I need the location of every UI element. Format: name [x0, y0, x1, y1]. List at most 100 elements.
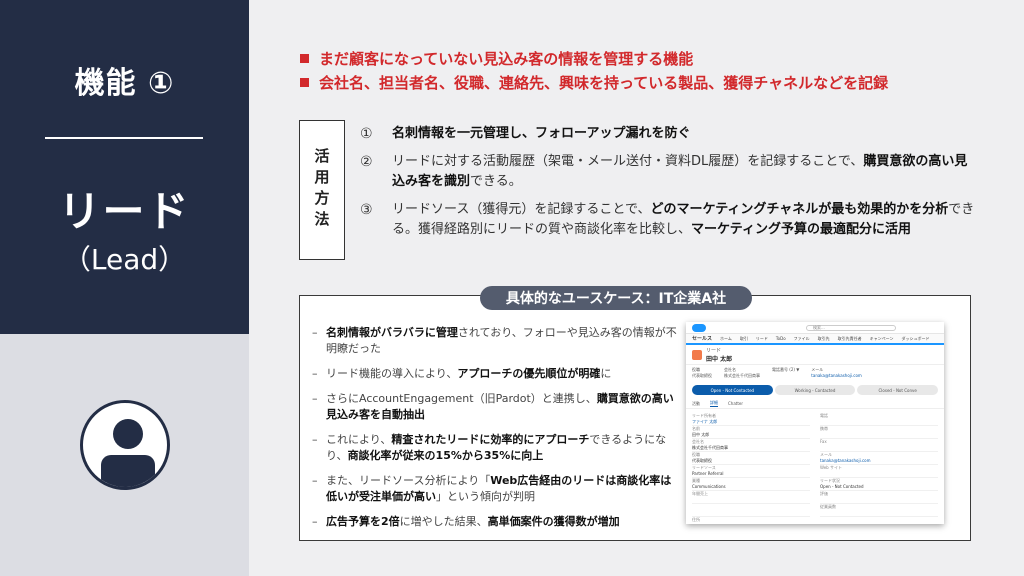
use-case-item: – これにより、精査されたリードに効率的にアプローチできるようになり、商談化率が従…	[312, 432, 677, 464]
crm-field-label: 携帯	[820, 426, 828, 431]
crm-detail-row: 携帯	[820, 426, 938, 439]
crm-detail-left: リード所有者 ファイナ 太郎 名前 田中 太郎 会社名 株式会社千代田商事 役職 代表取締役リ…	[692, 413, 810, 524]
crm-field-label: 年間売上	[692, 491, 708, 496]
summary-bullet-text: 会社名、担当者名、役職、連絡先、興味を持っている製品、獲得チャネルなどを記録	[319, 73, 889, 92]
crm-header-fields: 役職 代表取締役 会社名 株式会社千代田商事 電話番号 (2) ▼ メール tanaka@t…	[686, 365, 944, 381]
crm-field-value: 代表取締役	[692, 373, 712, 378]
crm-field-label: 電話	[820, 413, 828, 418]
crm-detail-row: メール tanaka@tanakashoji.com	[820, 452, 938, 465]
crm-detail-row: 役職 代表取締役	[692, 452, 810, 465]
crm-field-value: tanaka@tanakashoji.com	[811, 373, 862, 378]
crm-detail-row: 従業員数	[820, 504, 938, 517]
body-text: リードソース（獲得元）を記録することで、	[392, 202, 651, 217]
crm-tab[interactable]: Chatter	[728, 401, 743, 406]
dash-icon: –	[312, 515, 318, 528]
dash-icon: –	[312, 326, 318, 339]
crm-search: 検索...	[806, 325, 896, 331]
crm-tabs: 活動 詳細 Chatter	[686, 399, 944, 409]
crm-nav-item[interactable]: 取引	[740, 336, 748, 342]
crm-screenshot: 検索... セールス ホーム 取引 リード ToDo ファイル 取引先 取引先責任者 キャンペ…	[686, 322, 944, 524]
bullet-square-icon	[300, 53, 309, 63]
emphasis-text: 精査されたリードに効率的にアプローチ	[391, 433, 590, 446]
usage-item: ① 名刺情報を一元管理し、フォローアップ漏れを防ぐ	[360, 124, 980, 144]
left-panel	[0, 0, 249, 334]
use-case-item: – 広告予算を2倍に増やした結果、高単価案件の獲得数が増加	[312, 514, 677, 530]
body-text: リード機能の導入により、	[326, 367, 458, 380]
crm-tab[interactable]: 詳細	[710, 400, 718, 407]
crm-detail-grid: リード所有者 ファイナ 太郎 名前 田中 太郎 会社名 株式会社千代田商事 役職 代表取締役リ…	[686, 409, 944, 524]
use-case-item: – リード機能の導入により、アプローチの優先順位が明確に	[312, 366, 677, 382]
crm-field-label: 電話番号 (2) ▼	[772, 367, 800, 372]
crm-nav-item[interactable]: ホーム	[720, 336, 732, 342]
crm-topbar: 検索...	[686, 322, 944, 334]
crm-field-value: 株式会社千代田商事	[692, 445, 728, 450]
usage-number: ①	[360, 126, 373, 142]
crm-header-field: 役職 代表取締役	[692, 367, 712, 379]
avatar-body	[101, 455, 155, 487]
avatar-head	[113, 419, 143, 449]
crm-nav-item[interactable]: ファイル	[794, 336, 810, 342]
usage-list: ① 名刺情報を一元管理し、フォローアップ漏れを防ぐ ② リードに対する活動履歴（架電・…	[360, 124, 980, 248]
usage-label: 活用方法	[312, 148, 331, 232]
dash-icon: –	[312, 392, 318, 405]
crm-nav-item[interactable]: 取引先責任者	[838, 336, 862, 342]
left-divider	[45, 137, 203, 139]
summary-bullets: まだ顧客になっていない見込み客の情報を管理する機能 会社名、担当者名、役職、連絡…	[300, 46, 1000, 94]
emphasis-text: どのマーケティングチャネルが最も効果的かを分析	[650, 202, 949, 217]
crm-nav: セールス ホーム 取引 リード ToDo ファイル 取引先 取引先責任者 キャンペーン ダッシュ…	[686, 334, 944, 345]
crm-detail-row: 名前 田中 太郎	[692, 426, 810, 439]
crm-field-value: 田中 太郎	[692, 432, 710, 437]
crm-field-value: Communications	[692, 484, 726, 489]
dash-icon: –	[312, 367, 318, 380]
crm-nav-item[interactable]: キャンペーン	[870, 336, 894, 342]
crm-nav-item[interactable]: ダッシュボード	[901, 336, 929, 342]
use-case-text: さらにAccountEngagement（旧Pardot）と連携し、購買意欲の高…	[326, 391, 677, 423]
crm-nav-item[interactable]: ToDo	[776, 336, 786, 341]
crm-path-step[interactable]: Working - Contacted	[774, 385, 856, 395]
dash-icon: –	[312, 474, 318, 487]
usage-number: ②	[360, 154, 373, 170]
crm-record-type: リード	[706, 347, 722, 354]
crm-record-header: リード 田中 太郎	[686, 345, 944, 365]
crm-detail-row: リード所有者 ファイナ 太郎	[692, 413, 810, 426]
crm-field-value: 株式会社千代田商事	[724, 373, 760, 378]
crm-header-field: 電話番号 (2) ▼	[772, 367, 799, 379]
summary-bullet-text: まだ顧客になっていない見込み客の情報を管理する機能	[319, 49, 694, 68]
crm-field-value: Partner Referral	[692, 471, 724, 476]
crm-header-field: メール tanaka@tanakashoji.com	[811, 367, 862, 379]
usage-item: ③ リードソース（獲得元）を記録することで、どのマーケティングチャネルが最も効果的…	[360, 200, 980, 240]
user-avatar-icon	[80, 400, 170, 490]
body-text: さらにAccountEngagement（旧Pardot）と連携し、	[326, 392, 597, 405]
crm-field-value: ファイナ 太郎	[692, 419, 718, 424]
crm-detail-row: リードソース Partner Referral	[692, 465, 810, 478]
cloud-logo-icon	[692, 324, 706, 332]
crm-detail-row	[692, 504, 810, 517]
crm-detail-row: 評価	[820, 491, 938, 504]
crm-nav-item[interactable]: リード	[756, 336, 768, 342]
body-text: 」という傾向が判明	[436, 490, 535, 503]
summary-bullet: まだ顧客になっていない見込み客の情報を管理する機能	[300, 46, 1000, 70]
crm-field-value: Open - Not Contacted	[820, 484, 864, 489]
crm-tab[interactable]: 活動	[692, 401, 700, 407]
crm-detail-row: 年間売上	[692, 491, 810, 504]
emphasis-text: アプローチの優先順位が明確	[457, 367, 601, 380]
page-subtitle: （Lead）	[62, 243, 187, 276]
emphasis-text: 高単価案件の獲得数が増加	[487, 515, 620, 528]
crm-field-value: tanaka@tanakashoji.com	[820, 458, 871, 463]
body-text: リードに対する活動履歴（架電・メール送付・資料DL履歴）を記録することで、	[392, 154, 864, 169]
crm-path-step[interactable]: Open - Not Contacted	[692, 385, 773, 395]
crm-path-step[interactable]: Closed - Not Conve	[857, 385, 939, 395]
crm-nav-item[interactable]: 取引先	[818, 336, 830, 342]
usage-item: ② リードに対する活動履歴（架電・メール送付・資料DL履歴）を記録することで、購買…	[360, 152, 980, 192]
usage-number: ③	[360, 202, 373, 218]
lead-record-icon	[692, 349, 702, 360]
emphasis-text: 名刺情報がバラバラに管理	[326, 326, 458, 339]
crm-field-label: 評価	[820, 491, 828, 496]
crm-detail-row: 業種 Communications	[692, 478, 810, 491]
usage-text: 名刺情報を一元管理し、フォローアップ漏れを防ぐ	[392, 124, 980, 144]
use-case-text: 広告予算を2倍に増やした結果、高単価案件の獲得数が増加	[326, 514, 620, 530]
body-text: に	[600, 367, 612, 380]
crm-detail-row: 住所	[692, 517, 810, 524]
crm-field-label: Fax	[820, 439, 827, 444]
crm-status-path: Open - Not Contacted Working - Contacted C…	[692, 385, 939, 395]
